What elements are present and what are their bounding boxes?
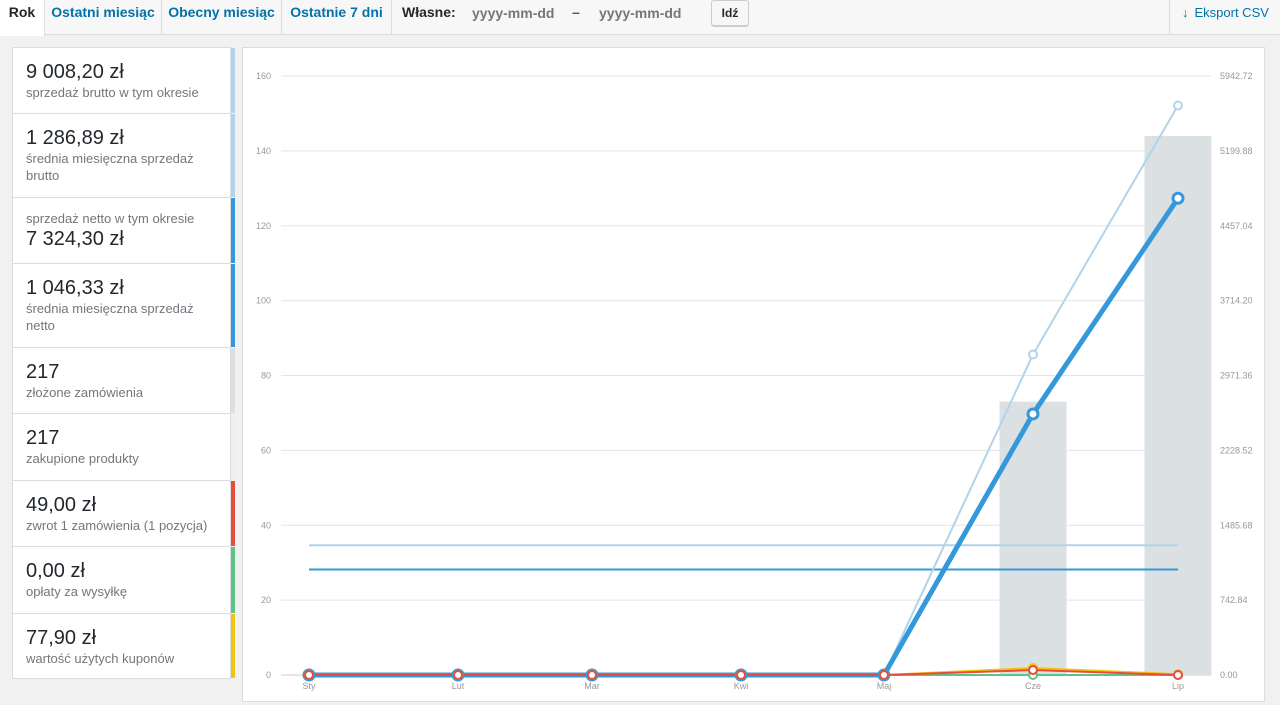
y-left-tick-label: 20 [261, 595, 271, 605]
x-tick-label: Mar [584, 681, 600, 691]
legend-label: złożone zamówienia [26, 385, 144, 400]
y-right-tick-label: 0.00 [1220, 670, 1238, 680]
y-right-tick-label: 5942.72 [1220, 71, 1253, 81]
legend-label: zwrot 1 zamówienia (1 pozycja) [26, 518, 208, 533]
legend-color-bar [231, 48, 235, 113]
legend-item-orders[interactable]: 217 złożone zamówienia [12, 347, 235, 413]
tab-last-7-days[interactable]: Ostatnie 7 dni [282, 0, 392, 35]
download-arrow-icon: ↓ [1182, 5, 1189, 20]
legend-value: 0,00 zł [26, 560, 85, 582]
legend-color-bar [231, 264, 235, 347]
series-point [1028, 665, 1038, 676]
legend-item-avg-net[interactable]: 1 046,33 zł średnia miesięczna sprzedaż … [12, 263, 235, 347]
x-tick-label: Cze [1025, 681, 1041, 691]
series-point [304, 670, 314, 680]
date-from-input[interactable] [472, 2, 582, 24]
legend-item-gross-sales[interactable]: 9 008,20 zł sprzedaż brutto w tym okresi… [12, 47, 235, 113]
y-right-tick-label: 1485.68 [1220, 520, 1253, 530]
x-tick-label: Lip [1172, 681, 1184, 691]
legend-label: zakupione produkty [26, 451, 139, 466]
series-point [1173, 100, 1183, 111]
tab-this-month[interactable]: Obecny miesiąc [162, 0, 282, 35]
legend-color-bar [231, 198, 235, 263]
series-point [879, 670, 889, 680]
date-to-input[interactable] [599, 2, 709, 24]
series-point [1028, 349, 1038, 360]
y-left-tick-label: 120 [256, 221, 271, 231]
export-csv-button[interactable]: ↓ Eksport CSV [1169, 0, 1280, 35]
chart-legend: 9 008,20 zł sprzedaż brutto w tym okresi… [12, 47, 235, 679]
date-separator: – [572, 4, 580, 20]
legend-color-bar [231, 348, 235, 413]
chart-bar [1144, 135, 1212, 675]
legend-value: 217 [26, 361, 60, 383]
go-button[interactable]: Idź [711, 0, 749, 26]
x-tick-label: Maj [877, 681, 892, 691]
legend-label: wartość użytych kuponów [26, 651, 175, 666]
legend-label: średnia miesięczna sprzedaż brutto [26, 151, 194, 183]
legend-item-avg-gross[interactable]: 1 286,89 zł średnia miesięczna sprzedaż … [12, 113, 235, 197]
legend-label: sprzedaż brutto w tym okresie [26, 85, 199, 100]
legend-item-coupons[interactable]: 77,90 zł wartość użytych kuponów [12, 613, 235, 679]
legend-label: średnia miesięczna sprzedaż netto [26, 301, 194, 333]
tab-year[interactable]: Rok [0, 0, 45, 36]
custom-range: Własne: – Idź [392, 0, 772, 35]
y-left-tick-label: 140 [256, 146, 271, 156]
series-point [1173, 670, 1183, 680]
y-right-tick-label: 3714.20 [1220, 296, 1253, 306]
legend-item-shipping[interactable]: 0,00 zł opłaty za wysyłkę [12, 546, 235, 613]
legend-item-refunds[interactable]: 49,00 zł zwrot 1 zamówienia (1 pozycja) [12, 480, 235, 546]
custom-range-label: Własne: [402, 4, 456, 20]
legend-value: 1 286,89 zł [26, 127, 124, 149]
sales-chart: 0 20 40 60 80 100 120 140 160 0.00 742.84 1485.68 22… [242, 47, 1265, 702]
legend-item-products[interactable]: 217 zakupione produkty [12, 413, 235, 480]
legend-value: 7 324,30 zł [26, 228, 124, 250]
y-right-tick-label: 4457.04 [1220, 221, 1253, 231]
x-tick-label: Sty [302, 681, 316, 691]
legend-value: 1 046,33 zł [26, 277, 124, 299]
sales-chart-svg: 0 20 40 60 80 100 120 140 160 0.00 742.84 1485.68 22… [256, 71, 1253, 691]
series-point [736, 670, 746, 680]
series-point [587, 670, 597, 680]
legend-color-bar [231, 481, 235, 546]
legend-value: 9 008,20 zł [26, 61, 124, 83]
legend-label: opłaty za wysyłkę [26, 584, 128, 599]
tab-last-month[interactable]: Ostatni miesiąc [45, 0, 162, 35]
y-left-tick-label: 40 [261, 520, 271, 530]
series-point [1026, 407, 1040, 421]
legend-value: 217 [26, 427, 60, 449]
legend-color-bar [231, 614, 235, 678]
x-tick-label: Kwi [734, 681, 749, 691]
legend-color-bar [231, 414, 235, 480]
report-tabs: Rok Ostatni miesiąc Obecny miesiąc Ostat… [0, 0, 1280, 36]
y-right-tick-label: 742.84 [1220, 595, 1248, 605]
y-left-tick-label: 60 [261, 445, 271, 455]
chart-bar [999, 401, 1067, 675]
export-csv-label: Eksport CSV [1194, 5, 1269, 20]
legend-color-bar [231, 114, 235, 197]
y-left-tick-label: 160 [256, 71, 271, 81]
x-tick-label: Lut [452, 681, 465, 691]
series-point [1171, 191, 1185, 205]
y-left-tick-label: 100 [256, 296, 271, 306]
legend-value: 49,00 zł [26, 494, 97, 516]
y-left-tick-label: 0 [266, 670, 271, 680]
legend-label: sprzedaż netto w tym okresie [26, 211, 195, 226]
legend-value: 77,90 zł [26, 627, 97, 649]
legend-color-bar [231, 547, 235, 613]
y-right-tick-label: 5199.88 [1220, 146, 1253, 156]
legend-item-net-sales[interactable]: sprzedaż netto w tym okresie 7 324,30 zł [12, 197, 235, 263]
y-right-tick-label: 2971.36 [1220, 371, 1253, 381]
y-right-tick-label: 2228.52 [1220, 445, 1253, 455]
y-left-tick-label: 80 [261, 371, 271, 381]
series-point [453, 670, 463, 680]
